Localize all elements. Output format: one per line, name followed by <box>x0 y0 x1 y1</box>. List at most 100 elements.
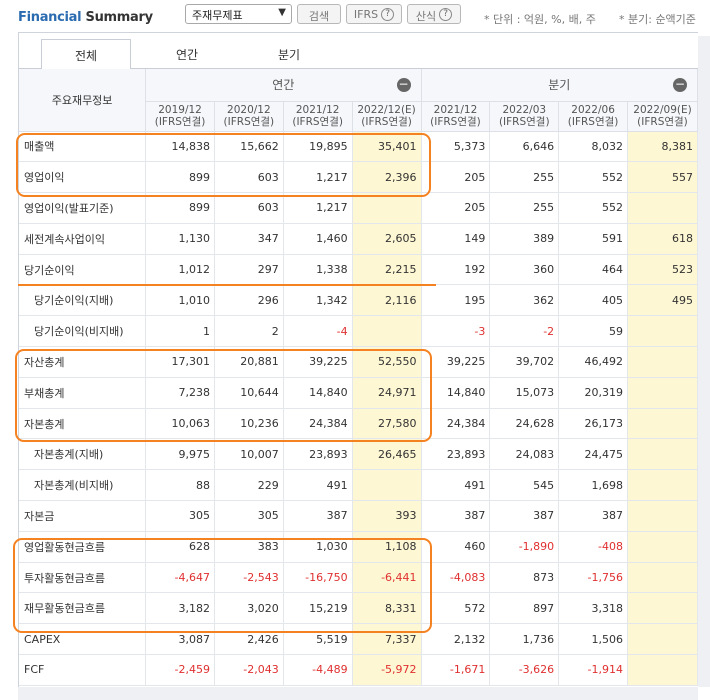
table-cell: 552 <box>558 161 628 194</box>
table-cell: -408 <box>558 531 628 563</box>
collapse-quarter-icon[interactable]: − <box>673 78 687 92</box>
tab-annual[interactable]: 연간 <box>142 39 232 69</box>
collapse-annual-icon[interactable]: − <box>396 78 411 92</box>
table-cell: 305 <box>145 500 215 532</box>
formula-button[interactable]: 산식? <box>407 4 461 24</box>
table-cell: 88 <box>145 469 215 502</box>
table-cell: 1,342 <box>283 284 353 317</box>
table-cell: 39,702 <box>489 346 560 378</box>
table-row[interactable]: 부채총계 7,238 10,644 14,840 24,971 14,840 15,073 2… <box>19 377 699 409</box>
table-row[interactable]: 투자활동현금흐름 -4,647 -2,543 -16,750 -6,441 -4,083 8… <box>19 562 699 594</box>
table-row[interactable]: 당기순이익 1,012 297 1,338 2,215 192 360 464 523 <box>19 254 699 286</box>
table-row[interactable]: 영업활동현금흐름 628 383 1,030 1,108 460 -1,890 -408 <box>19 531 699 563</box>
period-header: 2022/06 (IFRS연결) <box>558 101 628 132</box>
table-cell: -1,671 <box>421 654 491 686</box>
table-cell: 387 <box>558 500 628 532</box>
table-cell: 8,032 <box>558 131 628 163</box>
table-cell <box>627 654 699 686</box>
table-cell: 15,219 <box>283 592 353 625</box>
table-row[interactable]: 매출액 14,838 15,662 19,895 35,401 5,373 6,646 8,0… <box>19 131 699 163</box>
table-row[interactable]: 영업이익(발표기준) 899 603 1,217 205 255 552 <box>19 192 699 224</box>
row-label: 자산총계 <box>19 346 147 378</box>
tab-all[interactable]: 전체 <box>41 39 131 70</box>
table-cell: 10,236 <box>214 408 284 440</box>
table-cell: 2,132 <box>421 623 491 656</box>
table-cell: 591 <box>558 223 628 255</box>
table-cell: -1,890 <box>489 531 560 563</box>
table-cell: 52,550 <box>352 346 422 378</box>
table-row[interactable]: 영업이익 899 603 1,217 2,396 205 255 552 557 <box>19 161 699 194</box>
table-cell: 229 <box>214 469 284 502</box>
table-cell: -2 <box>489 315 560 348</box>
table-cell: 1,012 <box>145 254 215 286</box>
table-row[interactable]: 세전계속사업이익 1,130 347 1,460 2,605 149 389 591 618 <box>19 223 699 255</box>
table-cell: 27,580 <box>352 408 422 440</box>
table-cell: 192 <box>421 254 491 286</box>
table-cell: 7,238 <box>145 377 215 409</box>
table-cell <box>627 438 699 471</box>
table-cell: 14,840 <box>283 377 353 409</box>
help-icon: ? <box>439 8 453 21</box>
table-cell: -6,441 <box>352 562 422 594</box>
table-cell: 393 <box>352 500 422 532</box>
table-cell: 899 <box>145 192 215 224</box>
table-row[interactable]: 자본금 305 305 387 393 387 387 387 <box>19 500 699 532</box>
period-tabs: 전체 연간 분기 <box>19 33 699 70</box>
table-cell: 1,217 <box>283 161 353 194</box>
table-cell: 46,492 <box>558 346 628 378</box>
table-cell: 1,130 <box>145 223 215 255</box>
row-label: 당기순이익 <box>19 254 147 286</box>
table-cell <box>627 315 699 348</box>
row-label: 매출액 <box>19 131 147 163</box>
row-label: 자본총계(지배) <box>19 438 147 471</box>
table-row[interactable]: FCF -2,459 -2,043 -4,489 -5,972 -1,671 -3,626-… <box>19 654 699 686</box>
table-cell: 347 <box>214 223 284 255</box>
table-row[interactable]: 당기순이익(지배) 1,010 296 1,342 2,116 195 362 405 495 <box>19 284 699 317</box>
table-cell: 1,108 <box>352 531 422 563</box>
table-cell: 3,020 <box>214 592 284 625</box>
table-cell: 5,373 <box>421 131 491 163</box>
horizontal-scrollbar[interactable] <box>18 687 698 700</box>
table-cell: 897 <box>489 592 560 625</box>
tab-quarter[interactable]: 분기 <box>244 39 334 69</box>
statement-type-select[interactable]: 주재무제표 ▼ <box>185 4 292 24</box>
table-cell: 24,475 <box>558 438 628 471</box>
table-cell: 255 <box>489 192 560 224</box>
table-cell: 603 <box>214 161 284 194</box>
table-body: 매출액 14,838 15,662 19,895 35,401 5,373 6,646 8,0… <box>19 131 699 686</box>
table-cell <box>627 408 699 440</box>
table-cell: -4,489 <box>283 654 353 686</box>
corner-header: 주요재무정보 <box>19 69 147 132</box>
table-cell <box>627 192 699 224</box>
table-cell: 360 <box>489 254 560 286</box>
chevron-down-icon: ▼ <box>278 7 286 18</box>
table-row[interactable]: 재무활동현금흐름 3,182 3,020 15,219 8,331 572 897 3,318 <box>19 592 699 625</box>
ifrs-button[interactable]: IFRS? <box>346 4 402 24</box>
table-cell: 552 <box>558 192 628 224</box>
table-cell: 383 <box>214 531 284 563</box>
table-cell: 2,605 <box>352 223 422 255</box>
table-row[interactable]: 당기순이익(비지배) 1 2 -4 -3 -2 59 <box>19 315 699 348</box>
table-cell: 23,893 <box>421 438 491 471</box>
table-cell: 2,426 <box>214 623 284 656</box>
table-row[interactable]: 자본총계 10,063 10,236 24,384 27,580 24,384 24,628… <box>19 408 699 440</box>
row-label: 당기순이익(지배) <box>19 284 147 317</box>
period-header: 2022/12(E) (IFRS연결) <box>352 101 422 132</box>
vertical-scrollbar[interactable] <box>698 36 710 687</box>
table-cell: 873 <box>489 562 560 594</box>
table-cell: 1,698 <box>558 469 628 502</box>
table-row[interactable]: CAPEX 3,087 2,426 5,519 7,337 2,132 1,736 1,506 <box>19 623 699 656</box>
table-row[interactable]: 자본총계(지배) 9,975 10,007 23,893 26,465 23,893 24,… <box>19 438 699 471</box>
toolbar: Financial Summary 주재무제표 ▼ 검색 IFRS? 산식? * … <box>0 0 710 32</box>
table-row[interactable]: 자산총계 17,301 20,881 39,225 52,550 39,225 39,702… <box>19 346 699 378</box>
table-cell: 205 <box>421 161 491 194</box>
search-button[interactable]: 검색 <box>297 4 341 24</box>
table-cell: 1,010 <box>145 284 215 317</box>
table-row[interactable]: 자본총계(비지배) 88 229 491 491 545 1,698 <box>19 469 699 502</box>
table-cell: 255 <box>489 161 560 194</box>
table-cell: 26,465 <box>352 438 422 471</box>
table-cell: 2,116 <box>352 284 422 317</box>
table-cell <box>627 531 699 563</box>
table-cell: 205 <box>421 192 491 224</box>
table-cell: 1,506 <box>558 623 628 656</box>
